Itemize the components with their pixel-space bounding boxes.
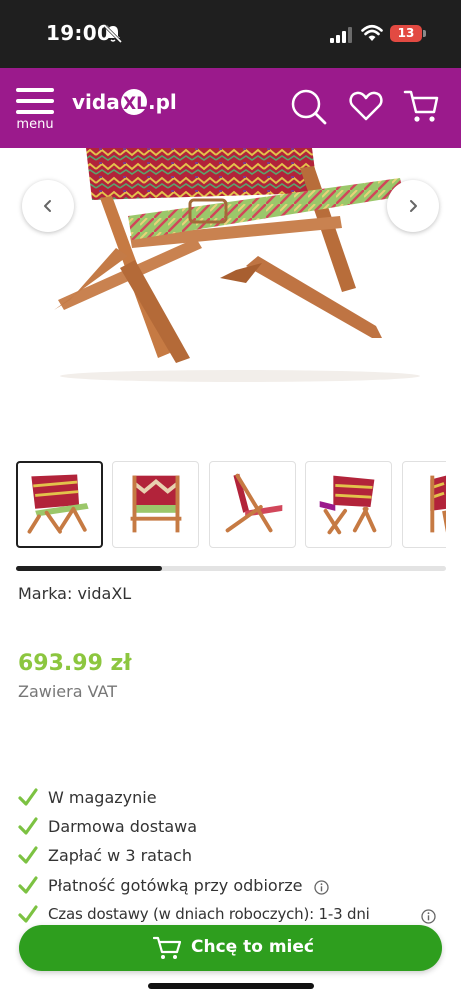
- feature-item: W magazynie: [18, 786, 448, 810]
- thumbnail-strip: [16, 461, 446, 549]
- chevron-right-icon: [410, 200, 417, 212]
- wifi-icon: [361, 24, 383, 41]
- check-icon: [18, 788, 38, 806]
- cart-icon[interactable]: [403, 88, 439, 124]
- feature-item: Czas dostawy (w dniach roboczych): 1-3 d…: [18, 903, 448, 927]
- scrollbar-thumb[interactable]: [16, 566, 162, 571]
- feature-text: W magazynie: [48, 788, 157, 807]
- bell-muted-icon: [103, 24, 123, 44]
- chevron-left-icon: [44, 200, 51, 212]
- check-icon: [18, 905, 38, 923]
- feature-text: Płatność gotówką przy odbiorze: [48, 876, 303, 895]
- thumbnail-image: [130, 475, 182, 533]
- thumbnail-2[interactable]: [112, 461, 199, 548]
- logo-text-mark: XL: [123, 94, 147, 114]
- info-icon[interactable]: [314, 880, 329, 895]
- thumbnail-image: [430, 475, 446, 533]
- battery-indicator: 13: [390, 25, 422, 42]
- hamburger-icon: [16, 88, 54, 114]
- add-to-cart-label: Chcę to mieć: [191, 937, 314, 957]
- feature-item: Płatność gotówką przy odbiorze: [18, 874, 448, 898]
- home-indicator: [148, 983, 314, 989]
- check-icon: [18, 817, 38, 835]
- battery-tip: [423, 30, 426, 37]
- vidaxl-logo[interactable]: vida XL .pl: [72, 81, 184, 125]
- thumbnail-1[interactable]: [16, 461, 103, 548]
- product-gallery[interactable]: [0, 148, 461, 448]
- thumbnail-scrollbar[interactable]: [16, 566, 446, 571]
- search-icon[interactable]: [290, 88, 328, 126]
- status-bar: 19:00 13: [0, 0, 461, 68]
- gallery-prev-button[interactable]: [22, 180, 74, 232]
- thumbnail-image: [225, 473, 283, 533]
- thumbnail-image: [27, 474, 89, 534]
- feature-text: Darmowa dostawa: [48, 817, 198, 836]
- check-icon: [18, 876, 38, 894]
- thumbnail-3[interactable]: [209, 461, 296, 548]
- status-time: 19:00: [46, 21, 112, 45]
- vat-note: Zawiera VAT: [18, 682, 118, 701]
- feature-item: Darmowa dostawa: [18, 815, 448, 839]
- cart-icon: [153, 936, 181, 959]
- logo-text-right: .pl: [148, 90, 177, 114]
- menu-button[interactable]: menu: [12, 86, 58, 136]
- add-to-cart-button[interactable]: Chcę to mieć: [19, 925, 442, 971]
- thumbnail-image: [319, 475, 377, 535]
- logo-text-left: vida: [72, 90, 120, 114]
- feature-text: Czas dostawy (w dniach roboczych): 1-3 d…: [48, 905, 370, 923]
- thumbnail-5[interactable]: [402, 461, 446, 548]
- menu-label: menu: [16, 117, 54, 132]
- thumbnail-4[interactable]: [305, 461, 392, 548]
- signal-icon: [330, 27, 352, 43]
- feature-item: Zapłać w 3 ratach: [18, 844, 448, 868]
- site-header: menu: [0, 68, 461, 148]
- check-icon: [18, 846, 38, 864]
- heart-icon[interactable]: [349, 90, 383, 122]
- brand-label: Marka: vidaXL: [18, 584, 132, 603]
- feature-text: Zapłać w 3 ratach: [48, 846, 192, 865]
- info-icon[interactable]: [421, 909, 436, 924]
- product-price: 693.99 zł: [18, 651, 132, 676]
- gallery-next-button[interactable]: [387, 180, 439, 232]
